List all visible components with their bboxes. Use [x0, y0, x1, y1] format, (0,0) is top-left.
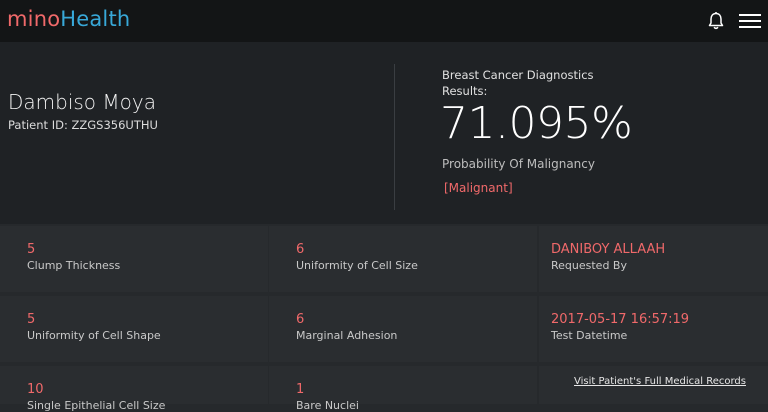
requested-by-card: DANIBOY ALLAAH Requested By	[539, 226, 768, 292]
feature-label: Uniformity of Cell Shape	[27, 329, 161, 342]
feature-card: 5 Clump Thickness	[0, 226, 268, 292]
feature-label: Marginal Adhesion	[296, 329, 398, 342]
feature-value: 6	[296, 312, 305, 327]
panel-divider	[394, 64, 395, 210]
feature-card: 5 Uniformity of Cell Shape	[0, 296, 268, 362]
diagnostics-title: Breast Cancer Diagnostics	[442, 68, 594, 82]
test-datetime-label: Test Datetime	[551, 329, 628, 342]
feature-label: Single Epithelial Cell Size	[27, 399, 166, 412]
probability-label: Probability Of Malignancy	[442, 157, 595, 171]
full-medical-records-link[interactable]: Visit Patient's Full Medical Records	[574, 376, 746, 387]
test-datetime-value: 2017-05-17 16:57:19	[551, 312, 690, 327]
feature-value: 1	[296, 382, 305, 397]
feature-value: 6	[296, 242, 305, 257]
patient-id-value: ZZGS356UTHU	[71, 118, 158, 132]
hamburger-menu-icon[interactable]	[738, 10, 762, 32]
test-datetime-card: 2017-05-17 16:57:19 Test Datetime	[539, 296, 768, 362]
patient-id: Patient ID: ZZGS356UTHU	[8, 118, 158, 132]
logo-text-part2: Health	[60, 7, 131, 31]
feature-value: 5	[27, 242, 36, 257]
bell-icon[interactable]	[705, 10, 727, 32]
diagnostic-summary-panel: Dambiso Moya Patient ID: ZZGS356UTHU Bre…	[0, 42, 768, 224]
patient-name: Dambiso Moya	[8, 90, 156, 114]
app-logo[interactable]: minoHealth	[7, 7, 130, 31]
feature-card: 6 Uniformity of Cell Size	[269, 226, 537, 292]
feature-value: 10	[27, 382, 44, 397]
probability-value: 71.095%	[440, 98, 633, 149]
feature-label: Uniformity of Cell Size	[296, 259, 418, 272]
requested-by-label: Requested By	[551, 259, 627, 272]
logo-text-part1: mino	[7, 7, 61, 31]
results-label: Results:	[442, 84, 488, 98]
feature-label: Bare Nuclei	[296, 399, 359, 412]
feature-value: 5	[27, 312, 36, 327]
feature-card: 6 Marginal Adhesion	[269, 296, 537, 362]
feature-card: 10 Single Epithelial Cell Size	[0, 366, 268, 412]
patient-id-label: Patient ID:	[8, 118, 68, 132]
feature-card: 1 Bare Nuclei	[269, 366, 537, 412]
top-navbar: minoHealth	[0, 0, 768, 42]
classification-badge: [Malignant]	[444, 181, 513, 195]
requested-by-value: DANIBOY ALLAAH	[551, 242, 666, 257]
feature-label: Clump Thickness	[27, 259, 121, 272]
